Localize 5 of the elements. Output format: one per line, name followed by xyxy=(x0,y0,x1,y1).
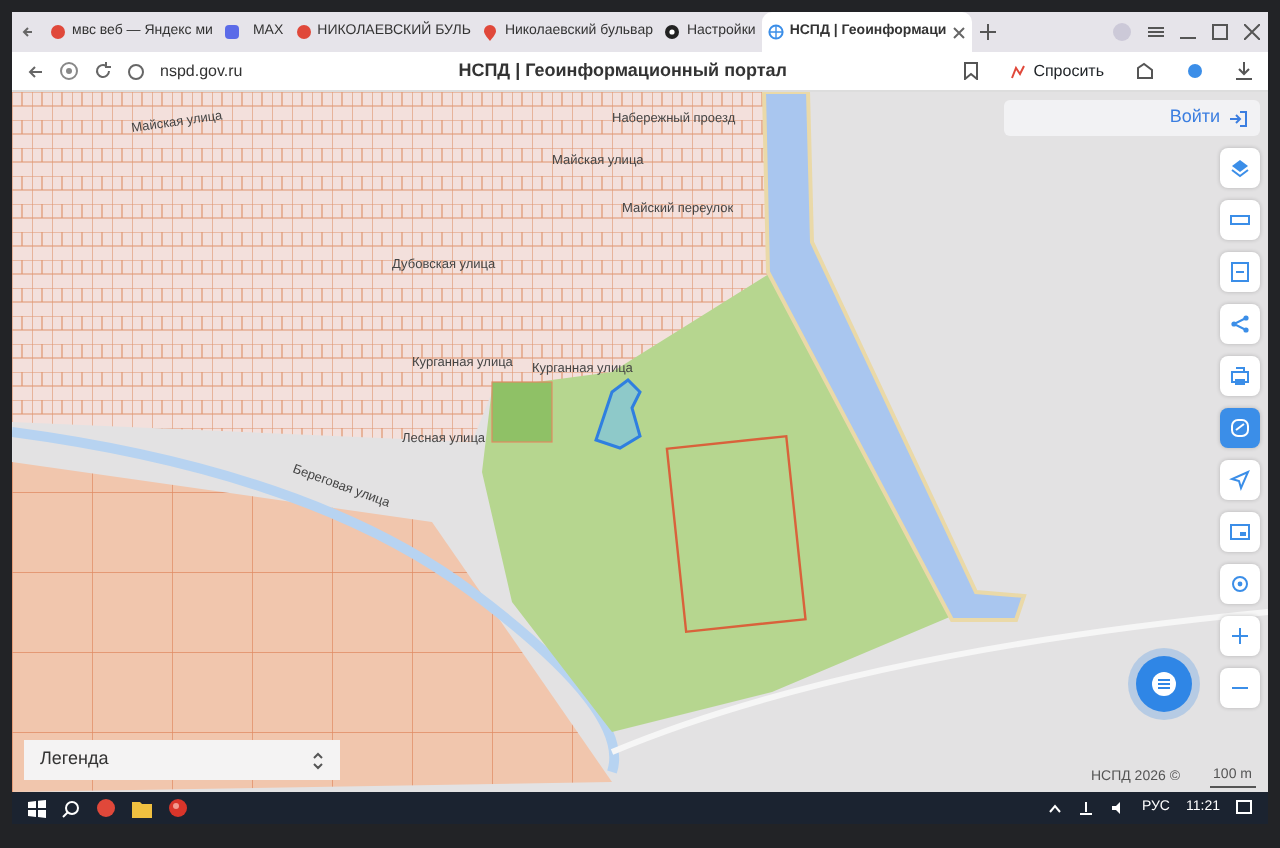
page-title: НСПД | Геоинформационный портал xyxy=(458,57,788,84)
legend-dropdown[interactable]: Легенда xyxy=(24,740,340,780)
address-field[interactable]: nspd.gov.ru xyxy=(160,59,243,83)
login-button[interactable]: Войти xyxy=(1004,100,1260,136)
ask-button[interactable]: Спросить xyxy=(1009,59,1104,83)
